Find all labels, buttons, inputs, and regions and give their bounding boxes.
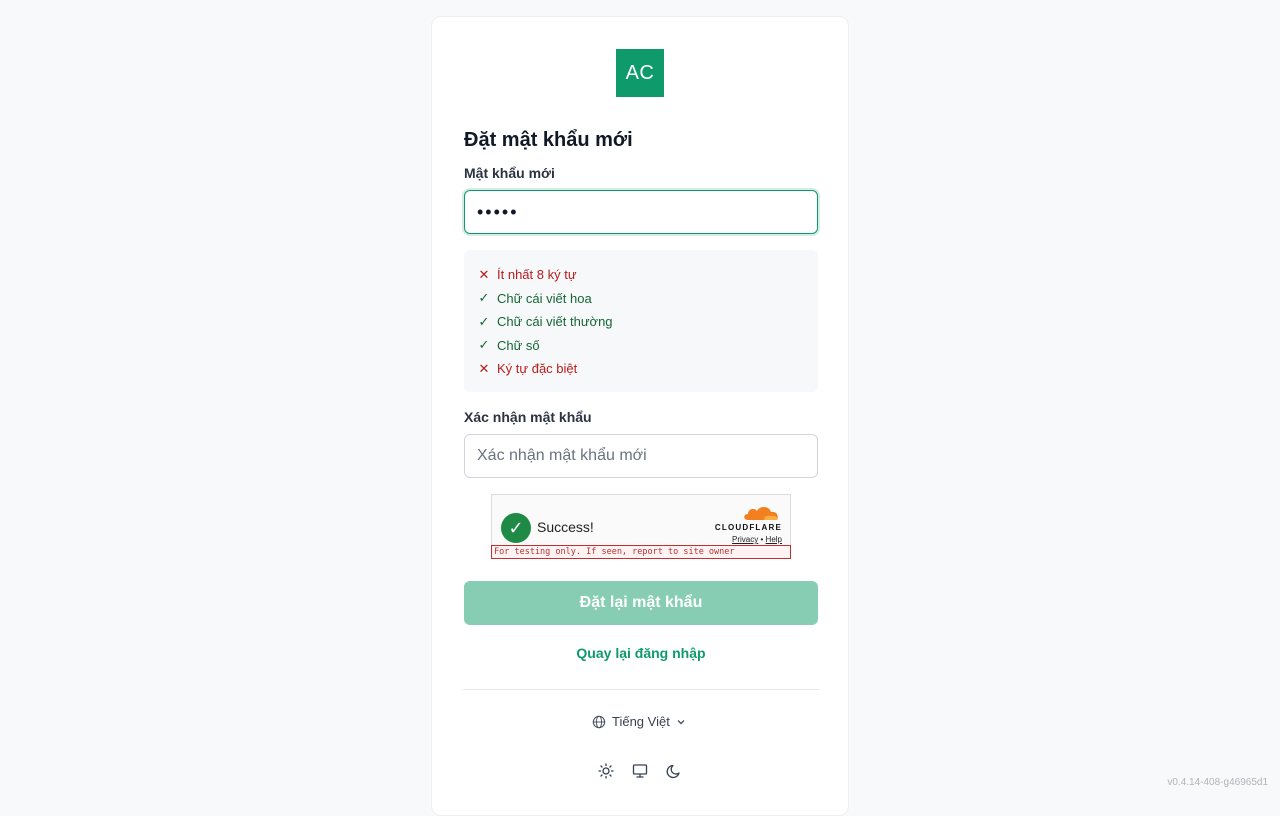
theme-system-button[interactable]	[630, 761, 650, 781]
confirm-password-input[interactable]	[464, 434, 818, 478]
theme-light-button[interactable]	[596, 761, 616, 781]
requirement-label: Chữ số	[497, 337, 540, 353]
language-selector[interactable]: Tiếng Việt	[592, 714, 692, 729]
new-password-label: Mật khẩu mới	[464, 165, 555, 181]
x-icon: ✕	[478, 360, 490, 376]
page-title: Đặt mật khẩu mới	[464, 129, 633, 151]
x-icon: ✕	[478, 266, 490, 282]
sun-icon	[598, 763, 614, 779]
requirement-item: ✓ Chữ cái viết thường	[464, 310, 818, 334]
theme-switcher	[596, 761, 684, 781]
requirement-item: ✕ Ký tự đặc biệt	[464, 357, 818, 381]
requirement-label: Chữ cái viết hoa	[497, 290, 592, 306]
check-icon: ✓	[478, 337, 490, 353]
language-label: Tiếng Việt	[612, 714, 670, 729]
requirement-label: Ký tự đặc biệt	[497, 361, 578, 377]
chevron-down-icon	[677, 719, 685, 724]
version-label: v0.4.14-408-g46965d1	[1167, 777, 1268, 788]
help-link[interactable]: Help	[766, 535, 782, 544]
requirement-item: ✕ Ít nhất 8 ký tự	[464, 263, 818, 287]
requirement-label: Ít nhất 8 ký tự	[497, 267, 577, 283]
captcha-widget[interactable]: ✓ Success! CLOUDFLARE Privacy • Help For…	[491, 494, 791, 559]
globe-icon	[592, 715, 606, 728]
success-check-icon: ✓	[501, 513, 531, 543]
check-icon: ✓	[478, 290, 490, 306]
reset-password-button[interactable]: Đặt lại mật khẩu	[464, 581, 818, 625]
requirement-label: Chữ cái viết thường	[497, 314, 613, 330]
password-requirements: ✕ Ít nhất 8 ký tự ✓ Chữ cái viết hoa ✓ C…	[464, 250, 818, 392]
new-password-input[interactable]: •••••	[464, 190, 818, 234]
requirement-item: ✓ Chữ cái viết hoa	[464, 287, 818, 311]
divider	[463, 689, 819, 690]
moon-icon	[666, 764, 680, 779]
privacy-link[interactable]: Privacy	[732, 535, 758, 544]
cloud-icon	[744, 507, 778, 520]
test-notice: For testing only. If seen, report to sit…	[491, 545, 791, 559]
check-icon: ✓	[478, 313, 490, 329]
monitor-icon	[632, 764, 648, 778]
requirement-item: ✓ Chữ số	[464, 334, 818, 358]
back-to-login-link[interactable]: Quay lại đăng nhập	[432, 645, 850, 661]
app-logo: AC	[616, 49, 664, 97]
reset-password-card: AC Đặt mật khẩu mới Mật khẩu mới ••••• ✕…	[431, 16, 849, 816]
link-separator: •	[760, 535, 764, 544]
captcha-status: Success!	[537, 519, 594, 535]
theme-dark-button[interactable]	[664, 761, 684, 781]
captcha-links: Privacy • Help	[732, 535, 782, 544]
confirm-password-label: Xác nhận mật khẩu	[464, 409, 592, 425]
cloudflare-logo: CLOUDFLARE	[714, 523, 782, 532]
